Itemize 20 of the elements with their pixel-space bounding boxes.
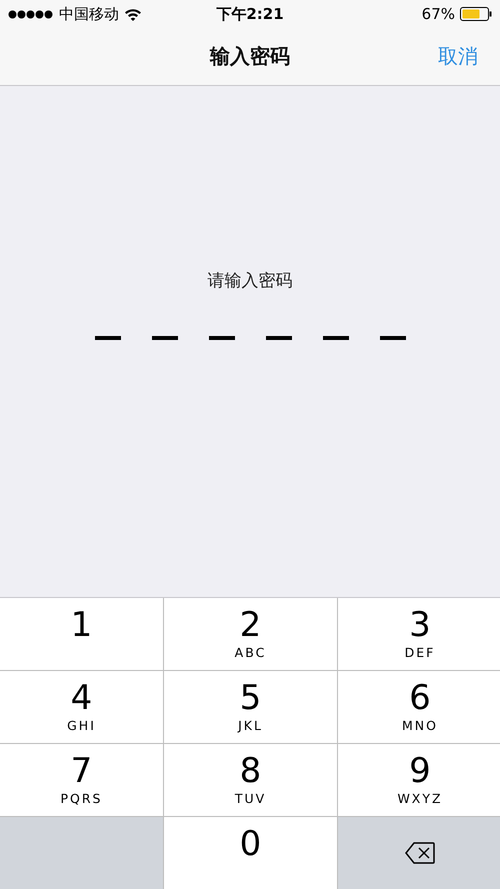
prompt-text: 请输入密码 [208, 270, 292, 292]
digit-key[interactable]: 5 JKL [164, 671, 337, 743]
digit-key[interactable]: 7 PQRS [0, 744, 163, 816]
signal-icon [8, 10, 54, 18]
digit-key[interactable]: 0 [164, 817, 337, 889]
carrier-name: 中国移动 [59, 4, 119, 24]
digit-key[interactable]: 1 [0, 598, 163, 670]
digit-key[interactable]: 6 MNO [338, 671, 500, 743]
wifi-icon [124, 8, 142, 20]
battery-icon [460, 7, 492, 21]
screen-title: 输入密码 [210, 43, 290, 70]
digit-key[interactable]: 4 GHI [0, 671, 163, 743]
delete-key[interactable] [338, 817, 500, 889]
clock-time: 下午2:21 [216, 4, 284, 24]
digit-key[interactable]: 2 ABC [164, 598, 337, 670]
battery-percent: 67% [422, 5, 455, 23]
digit-key[interactable]: 3 DEF [338, 598, 500, 670]
digit-key[interactable]: 8 TUV [164, 744, 337, 816]
backspace-icon [405, 842, 435, 864]
digit-key[interactable]: 9 WXYZ [338, 744, 500, 816]
